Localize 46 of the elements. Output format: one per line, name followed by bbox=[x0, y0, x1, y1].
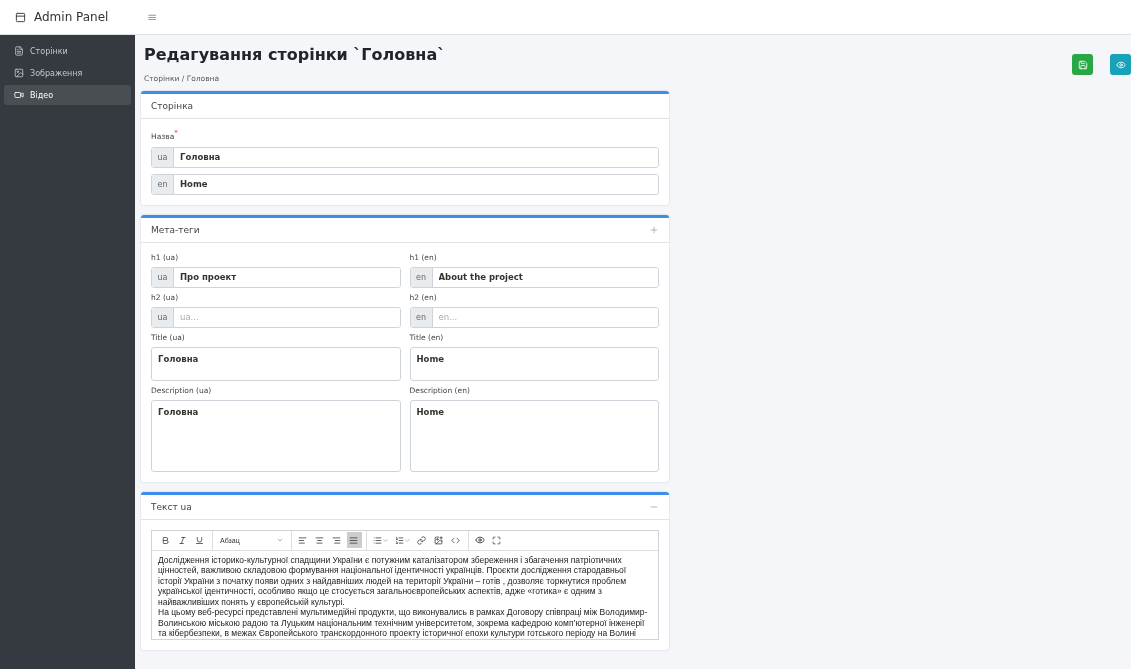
fullscreen-icon bbox=[492, 535, 501, 545]
caret-icon bbox=[276, 536, 284, 544]
justify-button[interactable] bbox=[347, 532, 362, 548]
align-left-icon bbox=[298, 535, 307, 545]
card-title: Текст ua bbox=[151, 501, 192, 512]
preview-button[interactable] bbox=[1110, 54, 1131, 75]
sidebar-item[interactable]: Зображення bbox=[4, 63, 131, 83]
video-camera-icon bbox=[14, 90, 24, 100]
text-area[interactable]: Головна bbox=[151, 399, 401, 472]
input-field[interactable]: en Home bbox=[151, 173, 659, 195]
input-field[interactable]: en About the project bbox=[409, 266, 659, 288]
text-area[interactable]: Home bbox=[409, 399, 659, 472]
input-field[interactable]: ua Про проект bbox=[151, 266, 401, 288]
page-title: Редагування сторінки `Головна` bbox=[144, 45, 447, 64]
eye-icon bbox=[1115, 59, 1126, 70]
card-title: Мета-теги bbox=[151, 224, 200, 235]
bold-icon bbox=[161, 535, 170, 545]
caret-icon bbox=[382, 536, 389, 544]
plus-icon[interactable] bbox=[649, 224, 659, 235]
numbered-list-icon bbox=[395, 535, 404, 545]
document-icon bbox=[14, 46, 24, 56]
image-icon bbox=[434, 535, 443, 545]
text-area[interactable]: Home bbox=[409, 346, 659, 381]
eye-icon bbox=[475, 535, 485, 545]
editor-paragraph: Дослідження історико-культурної спадщини України є потужним каталізатором збереження і збагачення патріотичних цінностей, важливою складовою формування національної ідентичності українців. Проєкти дослідження стародавньої історії України з початку появи одних з найдавніших людей на території України – готів , дозволяє торкнутися проблем української ідентичності, особливо якщо це стосується загальноєвропейських аспектів, адже «готика» є одним з найважливіших понять у європейській культурі. bbox=[158, 554, 628, 607]
code-icon bbox=[451, 535, 460, 545]
editor-paragraph: На цьому веб-ресурсі представлені мультимедійні продукти, що виконувались в рамках Договору співпраці між Володимир-Волинською міською радою та Луцьким національним технічним університетом, зокрема кафедрою комп’ютерної інженерії та кібербезпеки, в межах Європейського транскордонного проекту історичної епохи культури готського періоду на Волині bbox=[158, 607, 649, 639]
text-area[interactable]: Головна bbox=[151, 346, 401, 381]
justify-icon bbox=[349, 535, 358, 545]
brand-name: Admin Panel bbox=[34, 10, 109, 24]
input-field[interactable]: ua ua... bbox=[151, 306, 401, 328]
caret-icon bbox=[404, 536, 411, 544]
logo-icon bbox=[15, 11, 26, 23]
card-title: Сторінка bbox=[151, 101, 194, 111]
align-right-icon bbox=[332, 535, 341, 545]
link-icon bbox=[417, 535, 426, 545]
save-button[interactable] bbox=[1072, 54, 1093, 75]
bullet-list-icon bbox=[373, 535, 382, 545]
italic-icon bbox=[178, 535, 187, 545]
sidebar-item[interactable]: Сторінки bbox=[4, 41, 131, 61]
sidebar-item[interactable]: Відео bbox=[4, 85, 131, 105]
underline-icon bbox=[195, 535, 204, 545]
image-icon bbox=[14, 68, 24, 78]
input-field[interactable]: en en... bbox=[409, 306, 659, 328]
align-center-icon bbox=[315, 535, 324, 545]
input-field[interactable]: ua Головна bbox=[151, 146, 659, 168]
